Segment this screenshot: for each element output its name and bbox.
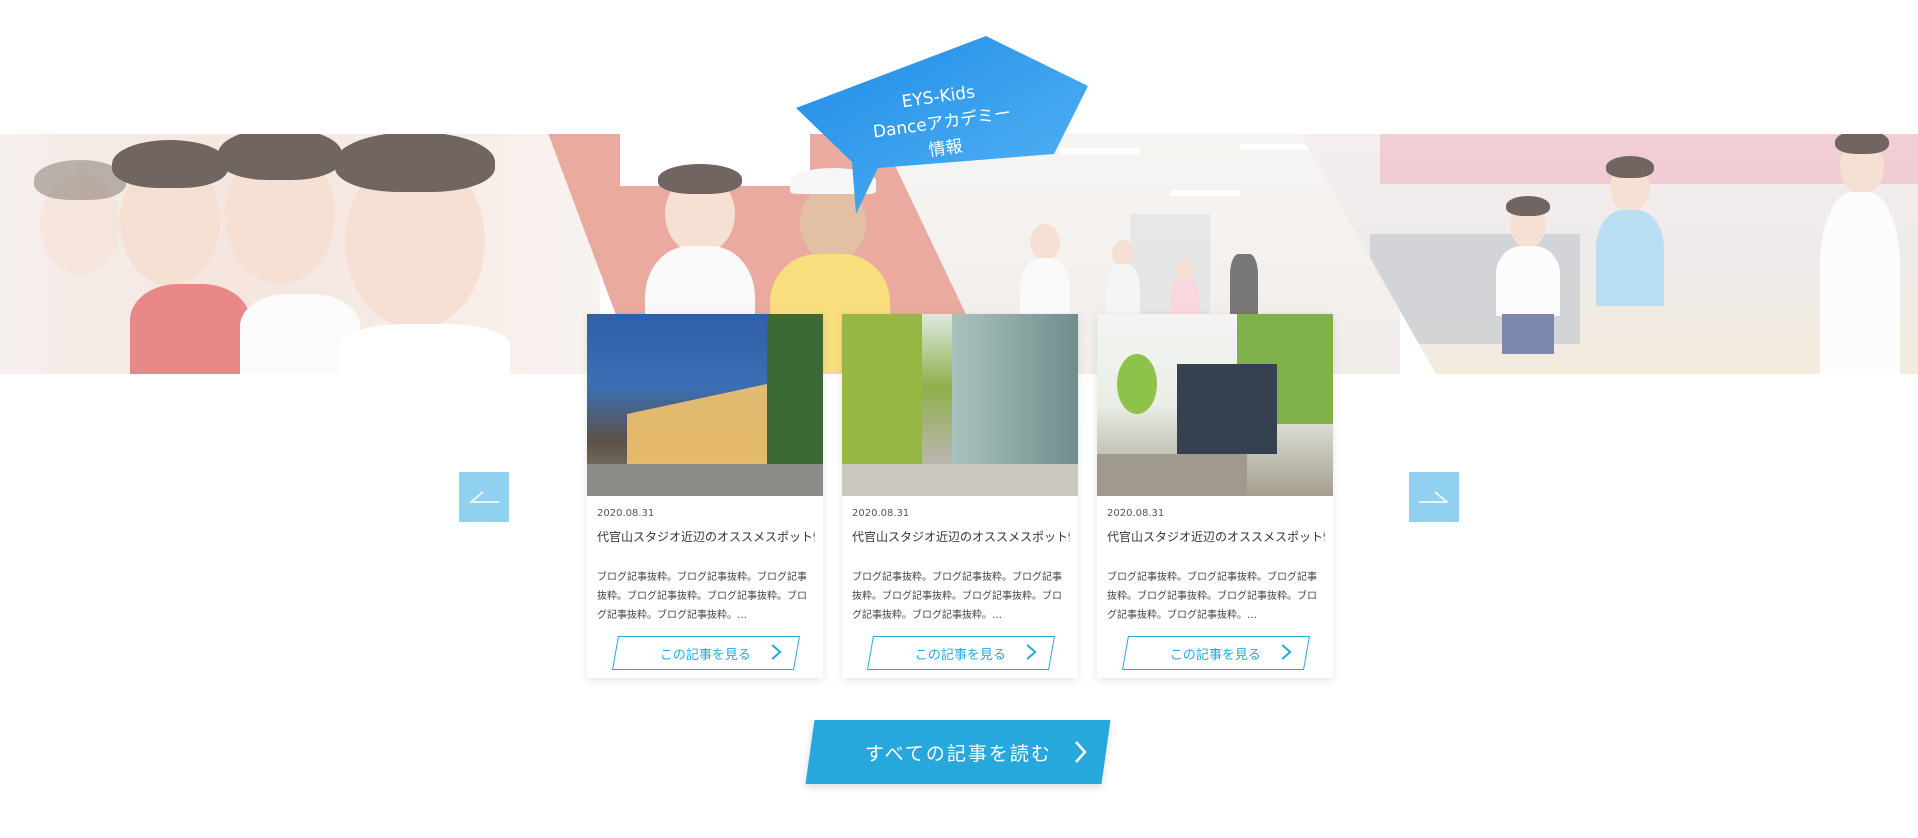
blog-card[interactable]: 2020.08.31 代官山スタジオ近辺のオススメスポット情 ブログ記事抜粋。ブ… [587, 314, 823, 678]
arrow-right-icon [1419, 491, 1449, 503]
blog-card-excerpt: ブログ記事抜粋。ブログ記事抜粋。ブログ記事抜粋。ブログ記事抜粋。ブログ記事抜粋。… [597, 572, 807, 621]
blog-card-image[interactable] [587, 314, 823, 496]
blog-card-image[interactable] [1097, 314, 1333, 496]
blog-card-title[interactable]: 代官山スタジオ近辺のオススメスポット情 [597, 528, 815, 545]
blog-card-title[interactable]: 代官山スタジオ近辺のオススメスポット情 [1107, 528, 1325, 545]
chevron-right-icon [771, 644, 782, 660]
blog-card-image[interactable] [842, 314, 1078, 496]
arrow-left-icon [469, 491, 499, 503]
blog-card-date: 2020.08.31 [597, 508, 655, 519]
read-all-label: すべての記事を読む [864, 742, 1052, 765]
blog-card[interactable]: 2020.08.31 代官山スタジオ近辺のオススメスポット情 ブログ記事抜粋。ブ… [842, 314, 1078, 678]
chevron-right-icon [1281, 644, 1292, 660]
chevron-right-icon [1026, 644, 1037, 660]
view-article-label: この記事を見る [660, 647, 752, 663]
view-article-label: この記事を見る [1170, 647, 1262, 663]
blog-card[interactable]: 2020.08.31 代官山スタジオ近辺のオススメスポット情 ブログ記事抜粋。ブ… [1097, 314, 1333, 678]
blog-card-title[interactable]: 代官山スタジオ近辺のオススメスポット情 [852, 528, 1070, 545]
view-article-button[interactable]: この記事を見る [612, 636, 800, 670]
blog-card-date: 2020.08.31 [852, 508, 910, 519]
view-article-button[interactable]: この記事を見る [867, 636, 1055, 670]
chevron-right-icon [1075, 741, 1087, 763]
carousel-prev-button[interactable] [459, 472, 509, 522]
view-article-button[interactable]: この記事を見る [1122, 636, 1310, 670]
section-title-bubble: EYS-Kids Danceアカデミー 情報 [792, 36, 1092, 216]
blog-card-excerpt: ブログ記事抜粋。ブログ記事抜粋。ブログ記事抜粋。ブログ記事抜粋。ブログ記事抜粋。… [1107, 572, 1317, 621]
read-all-articles-button[interactable]: すべての記事を読む [805, 720, 1111, 784]
blog-card-excerpt: ブログ記事抜粋。ブログ記事抜粋。ブログ記事抜粋。ブログ記事抜粋。ブログ記事抜粋。… [852, 572, 1062, 621]
view-article-label: この記事を見る [915, 647, 1007, 663]
blog-card-date: 2020.08.31 [1107, 508, 1165, 519]
carousel-next-button[interactable] [1409, 472, 1459, 522]
